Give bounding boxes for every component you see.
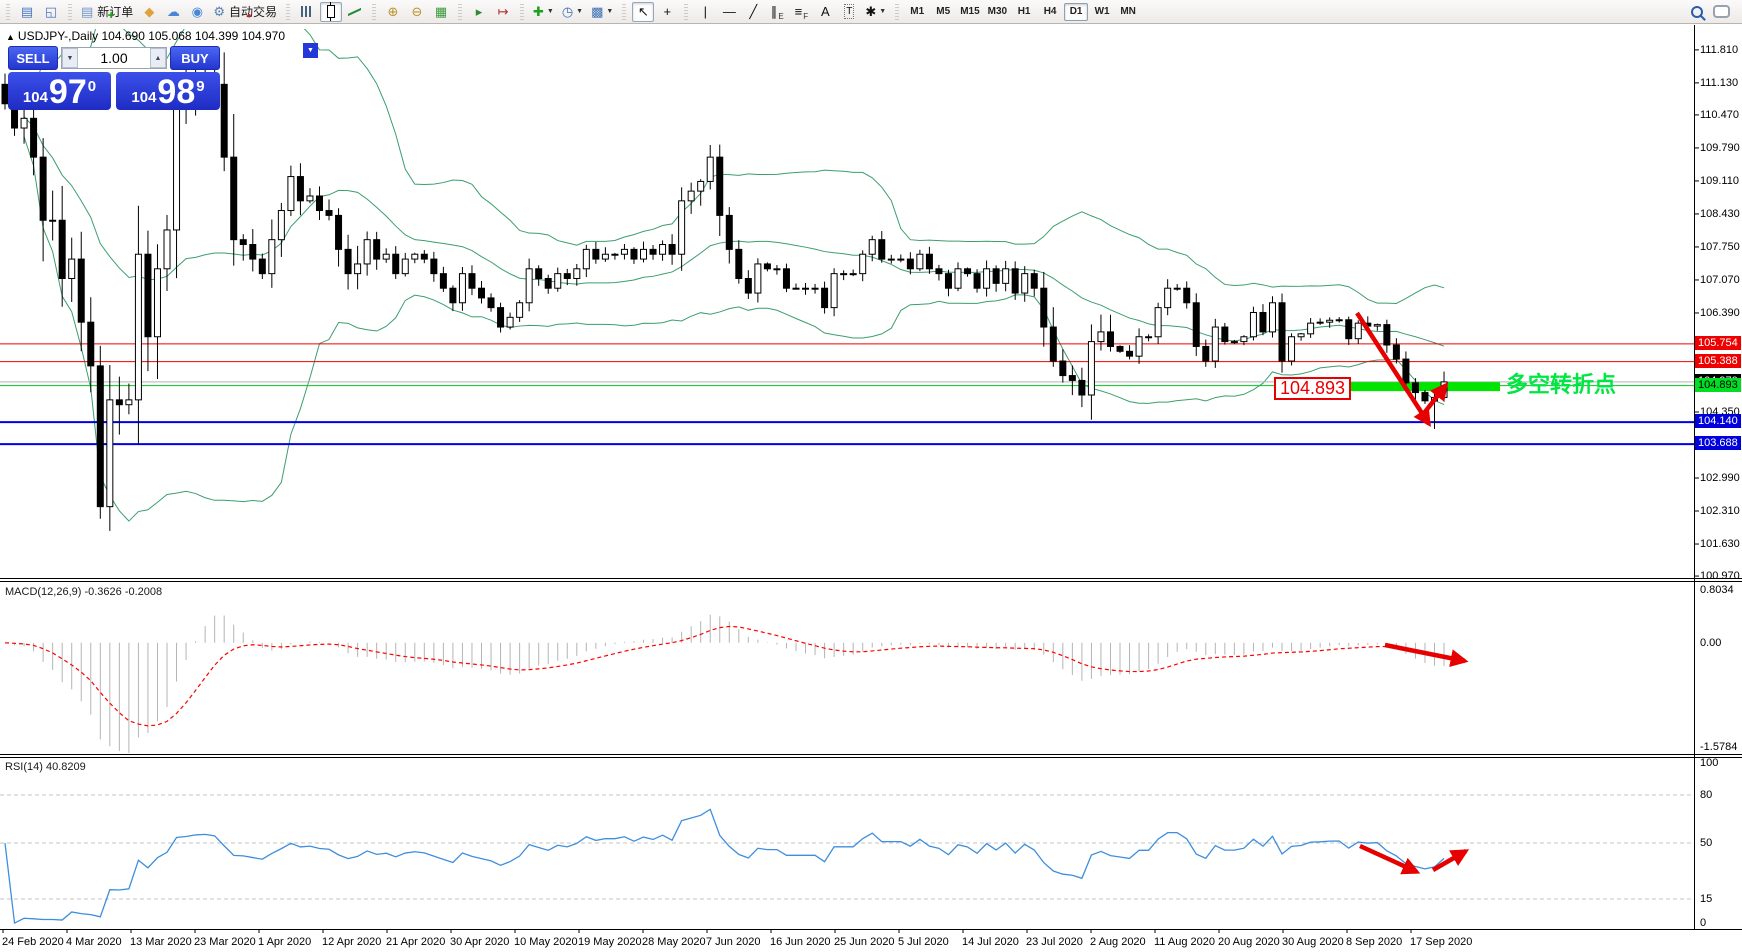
- date-axis-label: 23 Jul 2020: [1026, 936, 1083, 948]
- price-level-label: 104.893: [1695, 378, 1741, 392]
- price-axis-tick: 109.110: [1700, 175, 1739, 187]
- date-axis-label: 11 Aug 2020: [1154, 936, 1215, 948]
- rsi-axis-tick: 100: [1700, 757, 1718, 769]
- trend-arrow-rsi[interactable]: [1433, 851, 1466, 870]
- macd-axis-tick: -1.5784: [1700, 741, 1737, 753]
- rsi-axis-tick: 15: [1700, 893, 1712, 905]
- volume-increase-button[interactable]: ▲: [150, 48, 166, 68]
- macd-axis-tick: 0.8034: [1700, 584, 1734, 596]
- price-axis-tick: 107.070: [1700, 274, 1740, 286]
- date-axis-label: 24 Feb 2020: [2, 936, 64, 948]
- price-level-label: 105.388: [1695, 354, 1741, 368]
- price-axis-tick: 110.470: [1700, 109, 1739, 121]
- date-axis-label: 16 Jun 2020: [770, 936, 831, 948]
- price-axis-tick: 107.750: [1700, 241, 1740, 253]
- date-axis-label: 30 Apr 2020: [450, 936, 509, 948]
- price-axis-tick: 109.790: [1700, 142, 1740, 154]
- macd-indicator-label: MACD(12,26,9) -0.3626 -0.2008: [5, 586, 162, 598]
- date-axis-label: 7 Jun 2020: [706, 936, 760, 948]
- panel-collapse-button[interactable]: ▼: [303, 43, 318, 58]
- price-axis-tick: 102.310: [1700, 505, 1740, 517]
- date-axis-label: 23 Mar 2020: [194, 936, 256, 948]
- date-axis-label: 19 May 2020: [578, 936, 642, 948]
- date-axis-label: 30 Aug 2020: [1282, 936, 1344, 948]
- rsi-axis-tick: 50: [1700, 837, 1712, 849]
- rsi-line: [5, 809, 1444, 923]
- macd-histogram: [5, 615, 1444, 753]
- price-axis-tick: 111.810: [1700, 44, 1738, 56]
- date-axis-label: 8 Sep 2020: [1346, 936, 1402, 948]
- buy-price[interactable]: 104989: [116, 72, 220, 110]
- price-axis-tick: 102.990: [1700, 472, 1740, 484]
- volume-input[interactable]: [78, 49, 150, 67]
- price-axis-tick: 111.130: [1700, 77, 1738, 89]
- date-axis-label: 25 Jun 2020: [834, 936, 895, 948]
- price-level-label: 104.140: [1695, 414, 1741, 428]
- rsi-axis-tick: 0: [1700, 917, 1706, 929]
- date-axis-label: 10 May 2020: [514, 936, 578, 948]
- trend-arrow-main[interactable]: [1357, 313, 1429, 424]
- date-axis-label: 5 Jul 2020: [898, 936, 949, 948]
- date-axis-label: 17 Sep 2020: [1410, 936, 1472, 948]
- rsi-axis-tick: 80: [1700, 789, 1712, 801]
- price-axis-tick: 108.430: [1700, 208, 1740, 220]
- price-axis-tick: 106.390: [1700, 307, 1740, 319]
- zone-price-label[interactable]: 104.893: [1274, 377, 1351, 400]
- price-level-label: 103.688: [1695, 436, 1741, 450]
- symbol-marker-icon: ▲: [6, 32, 15, 42]
- price-level-label: 105.754: [1695, 336, 1741, 350]
- rsi-indicator-label: RSI(14) 40.8209: [5, 761, 86, 773]
- date-axis-label: 28 May 2020: [642, 936, 706, 948]
- date-axis-label: 1 Apr 2020: [258, 936, 311, 948]
- date-axis-label: 2 Aug 2020: [1090, 936, 1146, 948]
- date-axis-label: 12 Apr 2020: [322, 936, 381, 948]
- date-axis-label: 13 Mar 2020: [130, 936, 192, 948]
- date-axis-label: 4 Mar 2020: [66, 936, 122, 948]
- price-axis-tick: 101.630: [1700, 538, 1740, 550]
- chart-canvas[interactable]: [0, 0, 1742, 952]
- zone-annotation-text[interactable]: 多空转折点: [1506, 367, 1616, 399]
- volume-decrease-button[interactable]: ▼: [62, 48, 78, 68]
- price-axis-tick: 100.970: [1700, 570, 1740, 582]
- trend-arrow-rsi[interactable]: [1360, 846, 1417, 872]
- sell-price[interactable]: 104970: [8, 72, 111, 110]
- volume-stepper: ▼ ▲: [61, 47, 167, 69]
- date-axis-label: 14 Jul 2020: [962, 936, 1019, 948]
- sell-button[interactable]: SELL: [8, 46, 58, 70]
- one-click-trading-panel: SELL ▼ ▲ BUY 104970 104989: [8, 46, 220, 110]
- date-axis-label: 21 Apr 2020: [386, 936, 445, 948]
- date-axis-label: 20 Aug 2020: [1218, 936, 1280, 948]
- macd-signal-line: [5, 626, 1444, 725]
- buy-button[interactable]: BUY: [170, 46, 220, 70]
- candlestick-series: [2, 52, 1447, 531]
- symbol-ohlc-line: ▲USDJPY-,Daily 104.690 105.068 104.399 1…: [6, 29, 285, 43]
- macd-axis-tick: 0.00: [1700, 637, 1721, 649]
